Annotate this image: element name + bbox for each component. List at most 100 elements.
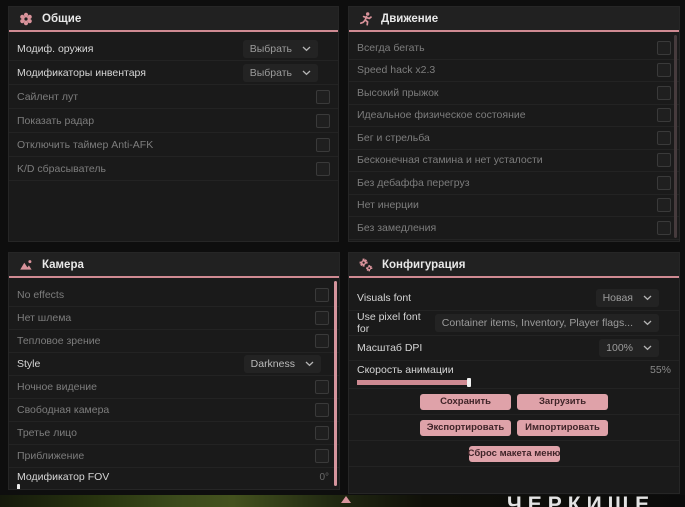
scrollbar[interactable] bbox=[674, 35, 677, 238]
setting-label: Нет шлема bbox=[17, 312, 72, 324]
checkbox[interactable] bbox=[657, 85, 671, 100]
setting-row[interactable]: Бег и стрельба bbox=[349, 127, 679, 150]
panel-config: Конфигурация Visuals font Новая Use pixe… bbox=[348, 252, 680, 494]
setting-row: Масштаб DPI 100% bbox=[349, 336, 679, 361]
panel-camera: Камера No effects Нет шлема Тепловое зре… bbox=[8, 252, 340, 490]
panel-title: Камера bbox=[42, 258, 84, 271]
setting-row[interactable]: No effects bbox=[9, 284, 339, 307]
panel-config-header[interactable]: Конфигурация bbox=[349, 253, 679, 278]
setting-row[interactable]: Бесконечная стамина и нет усталости bbox=[349, 150, 679, 172]
setting-label: Третье лицо bbox=[17, 427, 77, 439]
pixel-font-dropdown[interactable]: Container items, Inventory, Player flags… bbox=[434, 314, 659, 332]
setting-label: Скорость анимации bbox=[357, 364, 454, 376]
checkbox[interactable] bbox=[315, 288, 329, 302]
setting-label: Свободная камера bbox=[17, 404, 110, 416]
image-icon bbox=[19, 258, 33, 272]
panel-movement-header[interactable]: Движение bbox=[349, 7, 679, 32]
setting-row[interactable]: K/D сбрасыватель bbox=[9, 157, 338, 181]
checkbox[interactable] bbox=[657, 198, 671, 213]
game-location-label: ЧЕРКИЩЕ bbox=[507, 493, 656, 507]
checkbox[interactable] bbox=[657, 108, 671, 123]
setting-label: Высокий прыжок bbox=[357, 86, 439, 99]
checkbox[interactable] bbox=[657, 153, 671, 168]
animation-speed-row: Скорость анимации 55% bbox=[349, 361, 679, 389]
setting-label: Модификаторы инвентаря bbox=[17, 66, 146, 79]
panel-camera-header[interactable]: Камера bbox=[9, 253, 339, 278]
setting-row: Модификаторы инвентаря Выбрать bbox=[9, 61, 338, 85]
setting-label: K/D сбрасыватель bbox=[17, 162, 107, 175]
checkbox[interactable] bbox=[316, 89, 330, 104]
setting-row[interactable]: Сайлент лут bbox=[9, 85, 338, 109]
setting-row[interactable]: Идеальное физическое состояние bbox=[349, 105, 679, 127]
resize-triangle-icon[interactable] bbox=[341, 496, 351, 503]
checkbox[interactable] bbox=[657, 130, 671, 145]
setting-row: Visuals font Новая bbox=[349, 286, 679, 311]
setting-row[interactable]: Без замедления bbox=[349, 217, 679, 240]
scrollbar[interactable] bbox=[334, 281, 337, 486]
setting-row[interactable]: Нет инерции bbox=[349, 195, 679, 217]
checkbox[interactable] bbox=[657, 175, 671, 190]
chevron-down-icon bbox=[643, 320, 652, 326]
setting-row: Use pixel font for Container items, Inve… bbox=[349, 311, 679, 336]
checkbox[interactable] bbox=[315, 426, 329, 440]
runner-icon bbox=[359, 11, 372, 26]
checkbox[interactable] bbox=[315, 334, 329, 348]
setting-label: Показать радар bbox=[17, 114, 95, 127]
checkbox[interactable] bbox=[657, 63, 671, 78]
checkbox[interactable] bbox=[316, 113, 330, 128]
panel-general-header[interactable]: Общие bbox=[9, 7, 338, 32]
setting-row[interactable]: Нет шлема bbox=[9, 307, 339, 330]
setting-label: No effects bbox=[17, 289, 65, 301]
button-row: Сохранить Загрузить bbox=[349, 389, 679, 415]
setting-row[interactable]: Высокий прыжок bbox=[349, 82, 679, 105]
setting-row[interactable]: Speed hack x2.3 bbox=[349, 60, 679, 82]
setting-row[interactable]: Показать радар bbox=[9, 109, 338, 133]
setting-label: Бег и стрельба bbox=[357, 131, 430, 144]
slider-handle[interactable] bbox=[467, 378, 471, 387]
setting-label: Модификатор FOV bbox=[17, 471, 110, 483]
setting-label: Тепловое зрение bbox=[17, 335, 101, 347]
chevron-down-icon bbox=[305, 361, 314, 367]
setting-row[interactable]: Ночное видение bbox=[9, 376, 339, 399]
visuals-font-dropdown[interactable]: Новая bbox=[595, 289, 659, 307]
dpi-scale-dropdown[interactable]: 100% bbox=[599, 339, 659, 357]
checkbox[interactable] bbox=[315, 380, 329, 394]
checkbox[interactable] bbox=[657, 220, 671, 235]
reset-menu-layout-button[interactable]: Сброс макета меню bbox=[468, 445, 560, 462]
fov-slider-handle[interactable] bbox=[17, 484, 20, 489]
setting-row[interactable]: Третье лицо bbox=[9, 422, 339, 445]
setting-label: Use pixel font for bbox=[357, 311, 421, 335]
inventory-mods-dropdown[interactable]: Выбрать bbox=[242, 63, 318, 82]
setting-label: Visuals font bbox=[357, 292, 412, 304]
style-dropdown[interactable]: Darkness bbox=[243, 355, 321, 373]
setting-row[interactable]: Без дебаффа перегруз bbox=[349, 172, 679, 195]
checkbox[interactable] bbox=[315, 311, 329, 325]
chevron-down-icon bbox=[643, 295, 652, 301]
setting-row[interactable]: Тепловое зрение bbox=[9, 330, 339, 353]
checkbox[interactable] bbox=[657, 40, 671, 55]
setting-label: Ночное видение bbox=[17, 381, 97, 393]
animation-speed-slider[interactable] bbox=[357, 378, 671, 387]
trainer-menu: ЧЕРКИЩЕ Общие Модиф. оружия Выбрать Моди… bbox=[0, 0, 685, 507]
setting-row[interactable]: Свободная камера bbox=[9, 399, 339, 422]
checkbox[interactable] bbox=[315, 403, 329, 417]
import-button[interactable]: Импортировать bbox=[517, 419, 608, 436]
panel-movement: Движение Всегда бегать Speed hack x2.3 В… bbox=[348, 6, 680, 242]
setting-label: Приближение bbox=[17, 450, 85, 462]
chevron-down-icon bbox=[643, 345, 652, 351]
checkbox[interactable] bbox=[316, 161, 330, 176]
animation-speed-value: 55% bbox=[649, 364, 671, 376]
setting-row[interactable]: Всегда бегать bbox=[349, 37, 679, 60]
checkbox[interactable] bbox=[315, 449, 329, 463]
export-button[interactable]: Экспортировать bbox=[420, 419, 511, 436]
fov-slider[interactable] bbox=[17, 484, 329, 489]
setting-label: Нет инерции bbox=[357, 199, 419, 212]
save-button[interactable]: Сохранить bbox=[420, 393, 511, 410]
setting-row[interactable]: Приближение bbox=[9, 445, 339, 468]
setting-label: Модиф. оружия bbox=[17, 42, 94, 55]
weapon-mod-dropdown[interactable]: Выбрать bbox=[242, 39, 318, 58]
checkbox[interactable] bbox=[316, 137, 330, 152]
setting-row[interactable]: Отключить таймер Anti-AFK bbox=[9, 133, 338, 157]
load-button[interactable]: Загрузить bbox=[517, 393, 608, 410]
gears-icon bbox=[359, 258, 373, 272]
